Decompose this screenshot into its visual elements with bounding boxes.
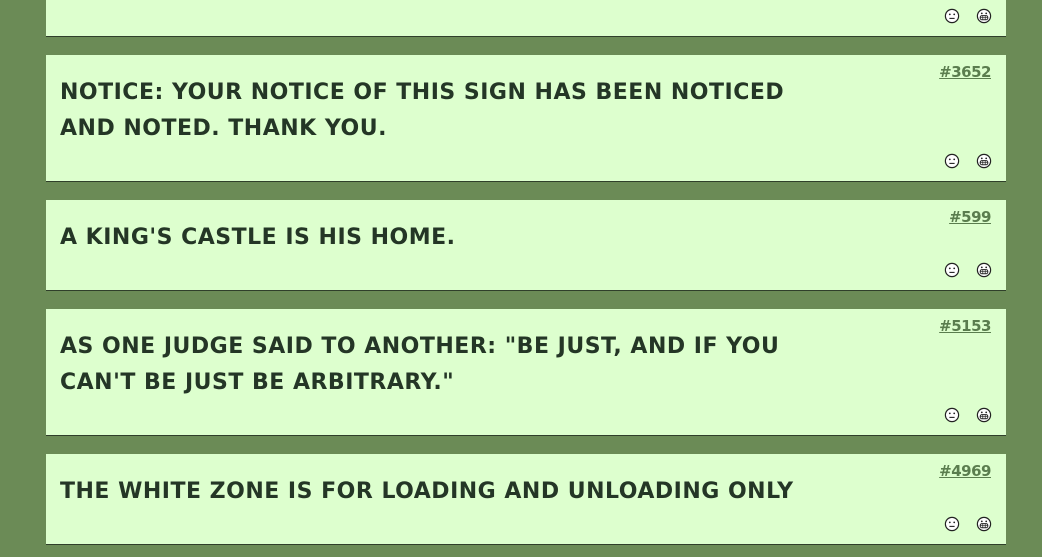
quote-card: #3652 Notice: Your notice of this sign h… [46, 55, 1006, 182]
grimace-face-icon[interactable] [976, 262, 992, 278]
vote-controls [933, 8, 992, 26]
quote-card [46, 0, 1006, 37]
quote-card: #599 A king's castle is his home. [46, 200, 1006, 291]
quote-id-link[interactable]: #3652 [939, 63, 991, 81]
quote-card: #4969 The white zone is for loading and … [46, 454, 1006, 545]
smiley-face-icon[interactable] [944, 516, 960, 532]
grimace-face-icon[interactable] [976, 407, 992, 423]
quote-card: #5153 As one judge said to another: "Be … [46, 309, 1006, 436]
vote-controls [933, 153, 992, 171]
quote-text: Notice: Your notice of this sign has bee… [60, 80, 785, 141]
smiley-face-icon[interactable] [944, 153, 960, 169]
quote-id-link[interactable]: #599 [949, 208, 991, 226]
smiley-face-icon[interactable] [944, 262, 960, 278]
smiley-face-icon[interactable] [944, 8, 960, 24]
grimace-face-icon[interactable] [976, 8, 992, 24]
grimace-face-icon[interactable] [976, 153, 992, 169]
quote-text: As one judge said to another: "Be just, … [60, 334, 780, 395]
quote-text: A king's castle is his home. [60, 225, 456, 250]
smiley-face-icon[interactable] [944, 407, 960, 423]
quote-id-link[interactable]: #5153 [939, 317, 991, 335]
grimace-face-icon[interactable] [976, 516, 992, 532]
vote-controls [933, 407, 992, 425]
vote-controls [933, 262, 992, 280]
quote-text: The white zone is for loading and unload… [60, 479, 794, 504]
vote-controls [933, 516, 992, 534]
quote-id-link[interactable]: #4969 [939, 462, 991, 480]
